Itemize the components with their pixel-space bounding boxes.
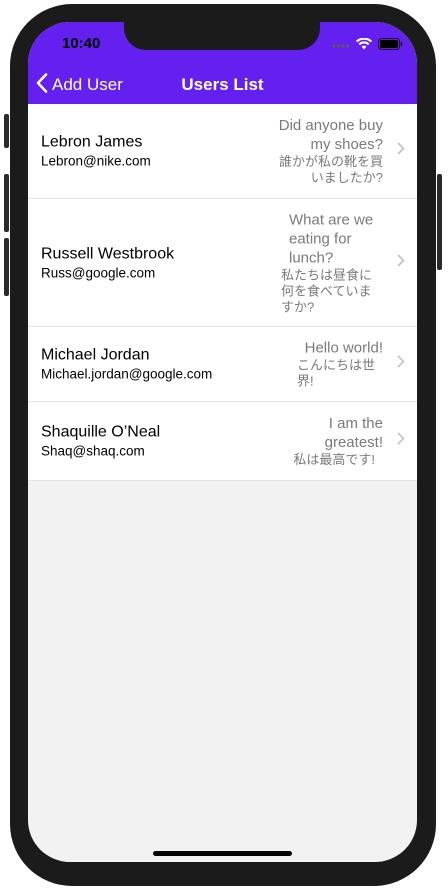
- user-name: Michael Jordan: [41, 346, 150, 364]
- battery-icon: [378, 37, 403, 55]
- message-english: Hello world!: [304, 339, 383, 357]
- chevron-right-icon: [397, 142, 405, 160]
- user-name: Shaquille O’Neal: [41, 423, 161, 441]
- user-email: Russ@google.com: [41, 265, 156, 280]
- user-row-russell[interactable]: Russell Westbrook Russ@google.com What a…: [28, 199, 417, 327]
- user-message: I am the greatest! 私は最高です!: [279, 414, 383, 468]
- chevron-right-icon: [397, 432, 405, 450]
- user-message: Hello world! こんにちは世界!: [293, 339, 383, 390]
- message-japanese: 誰かが私の靴を買いましたか?: [279, 154, 384, 185]
- message-english: What are we eating for lunch?: [289, 211, 374, 266]
- volume-up-button: [4, 174, 9, 232]
- navigation-bar: Add User Users List: [28, 66, 417, 104]
- user-email: Shaq@shaq.com: [41, 443, 145, 459]
- chevron-right-icon: [397, 254, 405, 272]
- user-name: Russell Westbrook: [41, 245, 175, 262]
- mute-switch: [4, 114, 9, 148]
- signal-icon: [332, 37, 350, 55]
- user-email: Lebron@nike.com: [41, 153, 151, 169]
- user-info: Lebron James Lebron@nike.com: [41, 133, 151, 170]
- user-email: Michael.jordan@google.com: [41, 366, 213, 382]
- message-english: Did anyone buy my shoes?: [278, 117, 383, 153]
- message-japanese: こんにちは世界!: [297, 357, 376, 389]
- user-row-lebron[interactable]: Lebron James Lebron@nike.com Did anyone …: [28, 104, 417, 199]
- page-title: Users List: [181, 75, 264, 94]
- user-info: Shaquille O’Neal Shaq@shaq.com: [41, 423, 160, 460]
- status-icons: [332, 37, 403, 55]
- user-message: What are we eating for lunch? 私たちは昼食に何を食…: [281, 210, 383, 315]
- screen: 10:40 Add User Users List Lebron James L…: [28, 22, 417, 862]
- status-time: 10:40: [62, 35, 101, 52]
- user-name: Lebron James: [41, 133, 143, 151]
- user-row-michael[interactable]: Michael Jordan Michael.jordan@google.com…: [28, 327, 417, 402]
- user-info: Russell Westbrook Russ@google.com: [41, 244, 174, 281]
- wifi-icon: [356, 37, 372, 55]
- message-english: I am the greatest!: [324, 415, 383, 451]
- message-japanese: 私たちは昼食に何を食べていますか?: [281, 267, 373, 314]
- message-japanese: 私は最高です!: [293, 452, 375, 467]
- chevron-right-icon: [397, 355, 405, 373]
- users-list: Lebron James Lebron@nike.com Did anyone …: [28, 104, 417, 481]
- user-message: Did anyone buy my shoes? 誰かが私の靴を買いましたか?: [273, 116, 383, 186]
- volume-down-button: [4, 238, 9, 296]
- notch: [124, 22, 320, 50]
- power-button: [437, 174, 442, 270]
- user-row-shaquille[interactable]: Shaquille O’Neal Shaq@shaq.com I am the …: [28, 402, 417, 481]
- home-indicator[interactable]: [153, 851, 292, 856]
- user-info: Michael Jordan Michael.jordan@google.com: [41, 346, 212, 383]
